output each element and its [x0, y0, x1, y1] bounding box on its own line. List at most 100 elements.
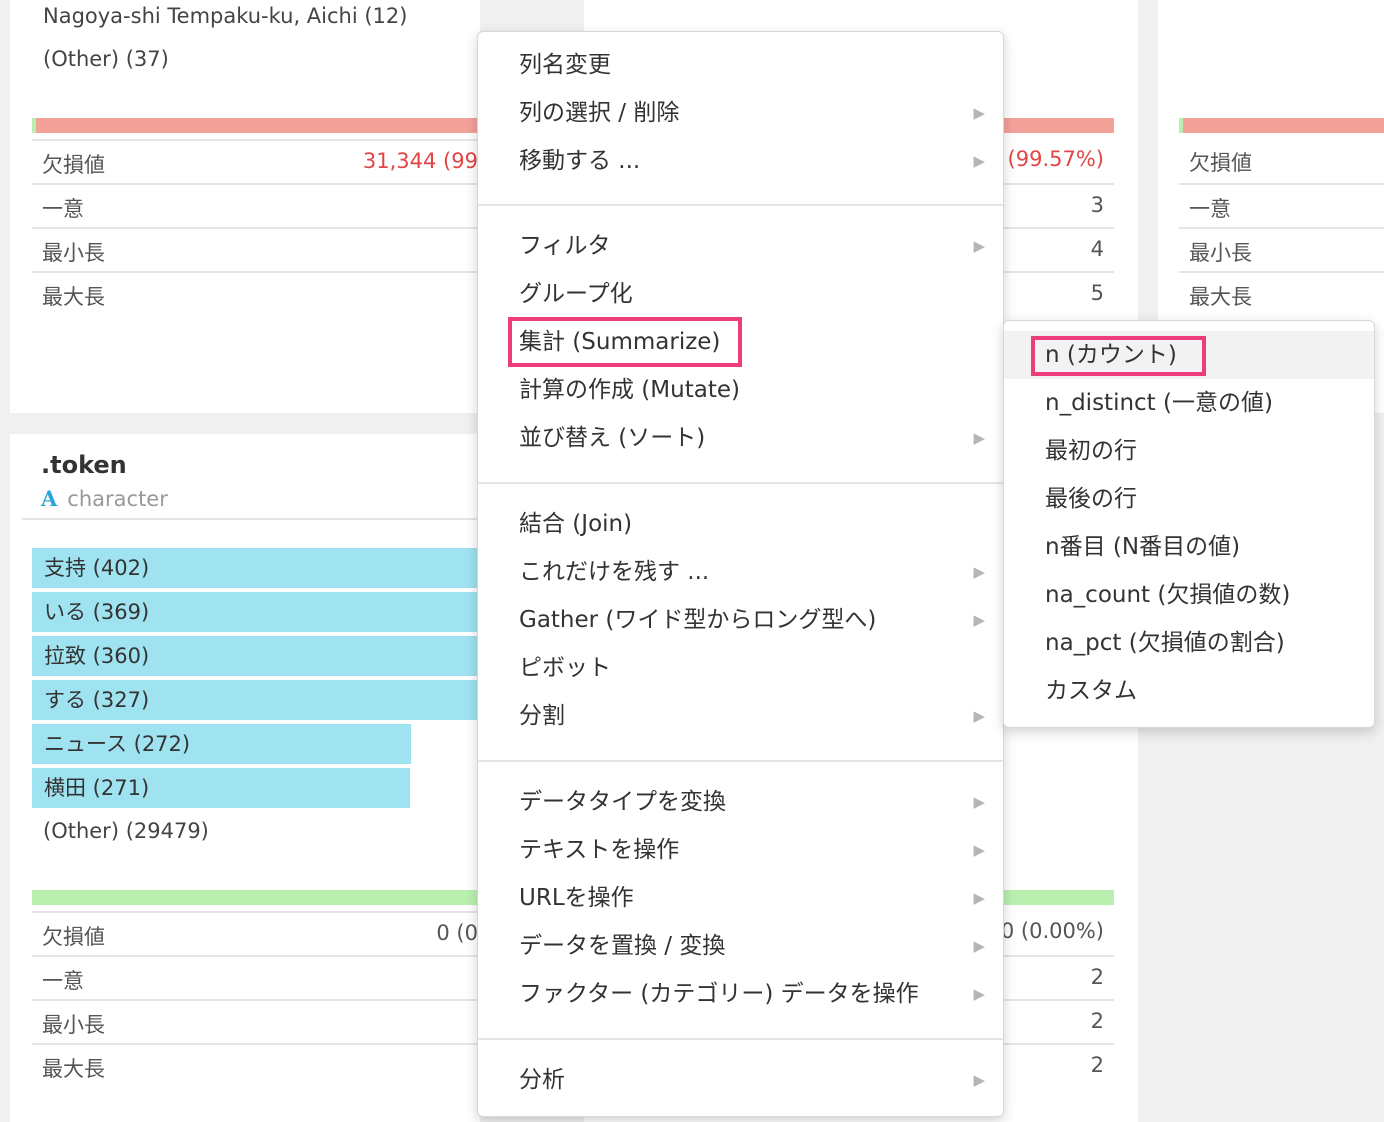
submenu-item[interactable]: n番目 (N番目の値)	[1004, 523, 1374, 571]
menu-item[interactable]: 集計 (Summarize)	[478, 317, 1003, 367]
stat-row-unique: 3	[1002, 183, 1114, 229]
stat-label: 最小長	[1189, 241, 1252, 265]
menu-item[interactable]: グループ化	[478, 270, 1003, 318]
stat-row-min-length: 2	[1002, 999, 1114, 1045]
chevron-right-icon: ▶	[973, 104, 985, 122]
menu-divider	[478, 1038, 1003, 1040]
menu-item-label: データタイプを変換	[519, 789, 726, 815]
frequency-bar[interactable]: いる (369)	[32, 592, 480, 632]
submenu-item[interactable]: 最初の行	[1004, 427, 1374, 475]
submenu-item[interactable]: n (カウント)	[1004, 331, 1374, 379]
missing-value-bar	[32, 118, 480, 133]
stat-label: 最大長	[42, 1057, 105, 1081]
column-name[interactable]: .token	[41, 451, 127, 479]
chevron-right-icon: ▶	[973, 985, 985, 1003]
chevron-right-icon: ▶	[973, 937, 985, 955]
highlight-box	[1031, 336, 1206, 376]
stat-row-missing: 0 (0.00%)	[992, 911, 1114, 955]
submenu-item-label: カスタム	[1045, 678, 1137, 704]
menu-item[interactable]: 移動する ... ▶	[478, 137, 1003, 185]
frequency-bar-label: いる (369)	[44, 600, 150, 624]
stat-label: 一意	[1189, 197, 1231, 221]
menu-item-label: ピボット	[519, 655, 611, 681]
stat-label: 最大長	[42, 285, 105, 309]
menu-item[interactable]: フィルタ ▶	[478, 222, 1003, 270]
stat-label: 最小長	[42, 1013, 105, 1037]
menu-item[interactable]: 結合 (Join)	[478, 500, 1003, 548]
frequency-bar[interactable]: ニュース (272)	[32, 724, 411, 764]
stat-row-max-length: 最大長	[32, 271, 480, 317]
stat-value: 4	[1090, 237, 1104, 261]
menu-item[interactable]: 分割 ▶	[478, 692, 1003, 740]
stat-value: 0 (0.00%)	[1000, 919, 1104, 943]
stat-value: 2	[1090, 1053, 1104, 1077]
column-card-token: .token Acharacter 支持 (402) いる (369) 拉致 (36…	[10, 434, 480, 1122]
missing-value-bar	[1179, 118, 1384, 133]
chevron-right-icon: ▶	[973, 152, 985, 170]
menu-item[interactable]: データタイプを変換 ▶	[478, 778, 1003, 826]
menu-item[interactable]: これだけを残す ... ▶	[478, 548, 1003, 596]
menu-divider	[478, 482, 1003, 484]
stat-label: 欠損値	[42, 925, 105, 949]
stat-value: 31,344 (99.5	[362, 149, 480, 173]
chevron-right-icon: ▶	[973, 707, 985, 725]
stat-row-max-length: 最大長	[32, 1043, 480, 1089]
submenu-item[interactable]: na_count (欠損値の数)	[1004, 571, 1374, 619]
menu-divider	[478, 760, 1003, 762]
menu-divider	[478, 204, 1003, 206]
submenu-item-label: n番目 (N番目の値)	[1045, 534, 1241, 560]
menu-item[interactable]: 分析 ▶	[478, 1056, 1003, 1104]
frequency-item: Nagoya-shi Tempaku-ku, Aichi (12)	[43, 4, 408, 28]
stat-row-min-length: 最小長	[32, 227, 480, 273]
stat-row-max-length: 5	[1002, 271, 1114, 317]
chevron-right-icon: ▶	[973, 611, 985, 629]
submenu-item-label: 最初の行	[1045, 438, 1137, 464]
submenu-item-label: na_pct (欠損値の割合)	[1045, 630, 1285, 656]
stat-value: 0 (0.0	[436, 921, 480, 945]
frequency-bar[interactable]: 支持 (402)	[32, 548, 480, 588]
stat-label: 欠損値	[1189, 151, 1252, 175]
submenu-item[interactable]: n_distinct (一意の値)	[1004, 379, 1374, 427]
submenu-item[interactable]: カスタム	[1004, 667, 1374, 715]
stat-row-unique: 一意	[32, 183, 480, 229]
submenu-item[interactable]: 最後の行	[1004, 475, 1374, 523]
menu-item[interactable]: データを置換 / 変換 ▶	[478, 922, 1003, 970]
submenu-item-label: 最後の行	[1045, 486, 1137, 512]
menu-item[interactable]: 列の選択 / 削除 ▶	[478, 89, 1003, 137]
frequency-bar[interactable]: 拉致 (360)	[32, 636, 480, 676]
stat-row-max-length: 2	[1002, 1043, 1114, 1089]
highlight-box	[508, 317, 742, 367]
stat-row-unique: 2	[1002, 955, 1114, 1001]
frequency-other: (Other) (37)	[43, 47, 169, 71]
column-type: Acharacter	[41, 486, 168, 511]
column-type-label: character	[67, 487, 168, 511]
character-type-icon: A	[41, 486, 58, 511]
stat-row-missing: (99.57%)	[1002, 139, 1114, 183]
menu-item[interactable]: ファクター (カテゴリー) データを操作 ▶	[478, 970, 1003, 1018]
submenu-item[interactable]: na_pct (欠損値の割合)	[1004, 619, 1374, 667]
menu-item[interactable]: URLを操作 ▶	[478, 874, 1003, 922]
menu-item-label: 列名変更	[519, 52, 611, 78]
menu-item[interactable]: ピボット	[478, 644, 1003, 692]
menu-item-label: 分析	[519, 1067, 565, 1093]
missing-value-bar	[994, 118, 1114, 133]
menu-item-label: これだけを残す ...	[519, 559, 710, 585]
stat-row-missing: 欠損値	[1179, 139, 1384, 183]
menu-item[interactable]: Gather (ワイド型からロング型へ) ▶	[478, 596, 1003, 644]
frequency-bar[interactable]: 横田 (271)	[32, 768, 410, 808]
menu-item[interactable]: 計算の作成 (Mutate)	[478, 366, 1003, 414]
menu-item-label: Gather (ワイド型からロング型へ)	[519, 607, 877, 633]
stat-label: 最小長	[42, 241, 105, 265]
stat-value: (99.57%)	[1007, 147, 1104, 171]
frequency-bar-label: ニュース (272)	[44, 732, 191, 756]
menu-item[interactable]: 列名変更	[478, 41, 1003, 89]
stat-value: 2	[1090, 965, 1104, 989]
menu-item[interactable]: テキストを操作 ▶	[478, 826, 1003, 874]
submenu-item-label: n_distinct (一意の値)	[1045, 390, 1273, 416]
stat-row-unique: 一意 8	[32, 955, 480, 1001]
menu-item-label: ファクター (カテゴリー) データを操作	[519, 981, 919, 1007]
frequency-bar[interactable]: する (327)	[32, 680, 480, 720]
menu-item-label: データを置換 / 変換	[519, 933, 726, 959]
menu-item-label: 計算の作成 (Mutate)	[519, 377, 740, 403]
menu-item[interactable]: 並び替え (ソート) ▶	[478, 414, 1003, 462]
